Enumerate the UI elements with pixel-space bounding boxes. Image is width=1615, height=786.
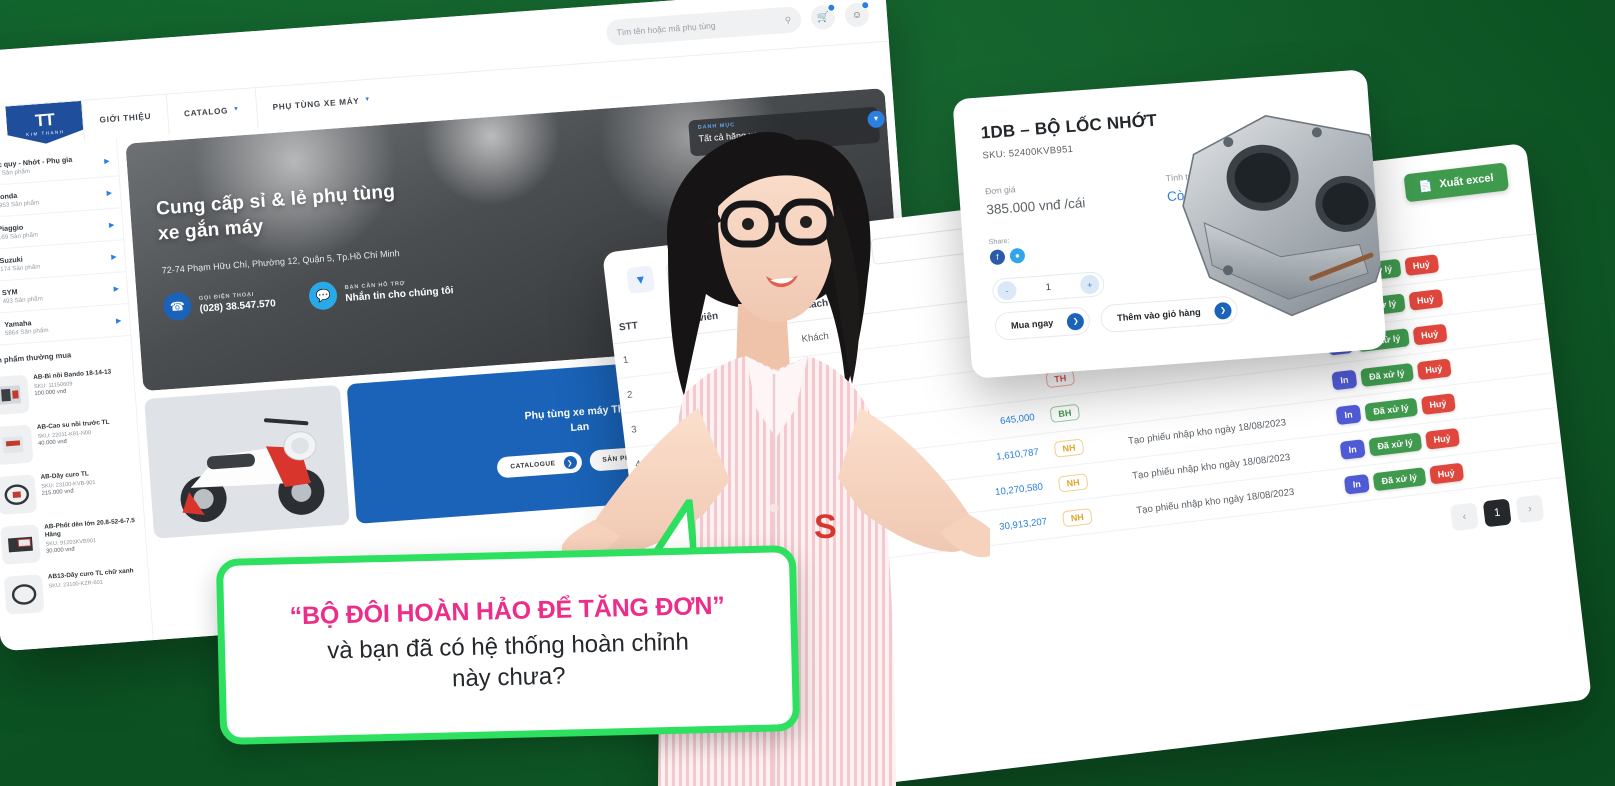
poster-stage: Tìm tên hoặc mã phụ tùng ⚲ 🛒 ☺ ✕ TT KIM … <box>0 0 1615 786</box>
chevron-down-icon: ▼ <box>364 96 372 104</box>
product-thumbnail <box>0 474 38 516</box>
hero-address: 72-74 Phạm Hữu Chí, Phường 12, Quận 5, T… <box>161 248 400 276</box>
chevron-down-icon: ▼ <box>232 106 240 113</box>
chevron-right-icon: ▶ <box>111 253 117 261</box>
nav-label: CATALOG <box>183 105 229 118</box>
processed-button[interactable]: Đã xử lý <box>1368 432 1422 457</box>
quantity-minus-button[interactable]: - <box>996 280 1018 301</box>
product-detail-card: 1DB – BỘ LỐC NHỚT SKU: 52400KVB951 Đơn g… <box>952 69 1387 379</box>
contact-message[interactable]: 💬 BẠN CẦN HỖ TRỢ Nhắn tin cho chúng tôi <box>308 272 454 311</box>
svg-text:S: S <box>814 508 837 546</box>
quantity-value: 1 <box>1045 281 1052 294</box>
bubble-headline: “BỘ ĐÔI HOÀN HẢO ĐỂ TĂNG ĐƠN” <box>289 591 725 631</box>
cart-icon[interactable]: 🛒 <box>810 3 836 31</box>
cancel-button[interactable]: Huỷ <box>1416 358 1452 381</box>
speech-bubble: “BỘ ĐÔI HOÀN HẢO ĐỂ TĂNG ĐƠN” và bạn đã … <box>215 544 801 746</box>
logo-subtitle: KIM THANH <box>26 129 65 138</box>
shop-logo[interactable]: TT KIM THANH <box>5 101 84 146</box>
chevron-right-icon: ▶ <box>106 189 113 197</box>
print-button[interactable]: In <box>1343 473 1370 495</box>
chevron-right-icon: ▶ <box>113 285 120 293</box>
product-image <box>1182 115 1387 317</box>
price-value: 385.000 vnđ /cái <box>985 195 1086 218</box>
chevron-right-icon: ❯ <box>1066 312 1085 331</box>
product-thumbnail <box>0 524 41 565</box>
pagination-prev[interactable]: ‹ <box>1449 502 1479 532</box>
cancel-button[interactable]: Huỷ <box>1408 288 1443 311</box>
cancel-button[interactable]: Huỷ <box>1420 393 1456 416</box>
chevron-right-icon: ▶ <box>103 157 110 165</box>
buy-now-button[interactable]: Mua ngay ❯ <box>994 306 1092 342</box>
button-label: Xuất excel <box>1438 171 1495 191</box>
status-badge: BH <box>1049 403 1081 424</box>
print-button[interactable]: In <box>1335 404 1362 426</box>
processed-button[interactable]: Đã xử lý <box>1360 362 1414 387</box>
pagination-next[interactable]: › <box>1515 494 1545 524</box>
nav-label: GIỚI THIỆU <box>99 111 152 125</box>
contact-phone[interactable]: ☎ GỌI ĐIỆN THOẠI (028) 38.547.570 <box>162 285 276 322</box>
excel-file-icon: 📄 <box>1418 179 1434 194</box>
chevron-right-icon: ▶ <box>115 317 122 325</box>
phone-icon: ☎ <box>162 291 193 322</box>
quantity-stepper[interactable]: - 1 + <box>991 270 1106 305</box>
account-icon[interactable]: ☺ <box>844 0 870 28</box>
cancel-button[interactable]: Huỷ <box>1424 427 1460 450</box>
status-badge: NH <box>1053 438 1085 458</box>
twitter-icon[interactable]: ● <box>1009 247 1026 264</box>
processed-button[interactable]: Đã xử lý <box>1364 397 1418 422</box>
pagination-page-1[interactable]: 1 <box>1482 498 1512 528</box>
product-thumbnail <box>3 574 45 615</box>
search-icon[interactable]: ⚲ <box>784 14 791 25</box>
chevron-right-icon: ▶ <box>108 221 115 229</box>
nav-item-gioi-thieu[interactable]: GIỚI THIỆU <box>81 94 169 141</box>
facebook-icon[interactable]: f <box>989 249 1006 266</box>
bubble-subline: và bạn đã có hệ thống hoàn chỉnh này chư… <box>327 627 690 697</box>
cart-badge-dot <box>827 3 836 13</box>
status-badge: NH <box>1061 507 1093 528</box>
search-input[interactable]: Tìm tên hoặc mã phụ tùng ⚲ <box>605 6 803 47</box>
account-badge-dot <box>860 0 870 10</box>
print-button[interactable]: In <box>1339 439 1366 460</box>
status-badge: NH <box>1057 473 1089 493</box>
moto-card[interactable] <box>144 384 350 539</box>
logo-mark: TT <box>34 109 55 131</box>
hero-contacts: ☎ GỌI ĐIỆN THOẠI (028) 38.547.570 💬 BẠN … <box>162 272 454 322</box>
hero-title: Cung cấp sỉ & lẻ phụ tùng xe gắn máy <box>155 180 397 247</box>
processed-button[interactable]: Đã xử lý <box>1372 467 1426 492</box>
button-label: CATALOGUE <box>510 460 556 471</box>
cancel-button[interactable]: Huỷ <box>1403 254 1439 277</box>
cancel-button[interactable]: Huỷ <box>1428 462 1464 485</box>
price-label: Đơn giá <box>984 184 1016 197</box>
product-thumbnail <box>0 374 30 416</box>
cancel-button[interactable]: Huỷ <box>1412 323 1448 346</box>
button-label: Mua ngay <box>1010 317 1054 331</box>
product-thumbnail <box>0 424 34 466</box>
nav-item-catalog[interactable]: CATALOG ▼ <box>165 88 258 135</box>
print-button[interactable]: In <box>1331 369 1358 391</box>
search-placeholder: Tìm tên hoặc mã phụ tùng <box>616 20 716 38</box>
export-excel-button[interactable]: 📄 Xuất excel <box>1403 162 1510 203</box>
message-icon: 💬 <box>308 280 339 311</box>
list-item[interactable]: AB13-Dây curo TL chữ xanh SKU: 23100-KZR… <box>0 560 151 621</box>
quantity-plus-button[interactable]: + <box>1079 274 1100 295</box>
nav-label: PHỤ TÙNG XE MÁY <box>272 96 360 112</box>
